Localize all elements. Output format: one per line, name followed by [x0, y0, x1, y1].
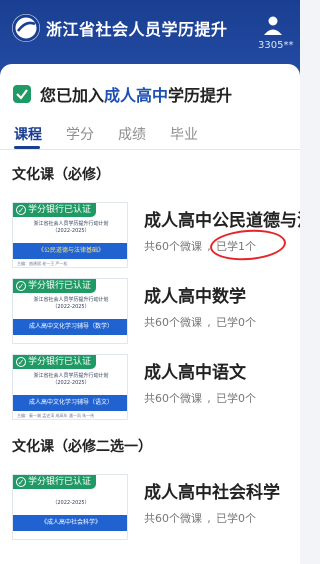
- active-tab-indicator: [14, 146, 40, 149]
- shield-check-icon: [13, 85, 31, 103]
- course-name: 成人高中公民道德与法: [144, 211, 300, 231]
- course-thumbnail: ✓ 学分银行已认证 浙江省社会人员学历提升行动计划 （2022-2025） 《公民道…: [12, 202, 128, 268]
- badge-check-icon: ✓: [16, 205, 26, 215]
- course-thumbnail: ✓ 学分银行已认证 浙江省社会人员学历提升行动计划 （2022-2025） 成人高中…: [12, 354, 128, 420]
- course-total: 共60个微课: [144, 512, 202, 525]
- course-item[interactable]: ✓ 学分银行已认证 浙江省社会人员学历提升行动计划 （2022-2025） 成人高中…: [0, 268, 300, 352]
- thumb-plan-text: 浙江省社会人员学历提升行动计划: [33, 373, 109, 379]
- thumb-band: 成人高中文化学习辅导（数学）: [13, 319, 127, 335]
- app-title: 浙江省社会人员学历提升: [46, 20, 228, 39]
- thumb-plan-text: 浙江省社会人员学历提升行动计划: [33, 221, 109, 227]
- thumb-plan-text: 浙江省社会人员学历提升行动计划: [33, 297, 109, 303]
- course-learned: 已学0个: [216, 512, 256, 525]
- tab-graduation[interactable]: 毕业: [170, 124, 198, 144]
- tab-bar: 课程 学分 成绩 毕业: [0, 120, 300, 150]
- course-total: 共60个微课: [144, 316, 202, 329]
- course-card: 您已加入成人高中学历提升 课程 学分 成绩 毕业 文化课（必修） ✓ 学分银行已认…: [0, 64, 300, 564]
- tab-courses[interactable]: 课程: [14, 124, 42, 144]
- course-item[interactable]: ✓ 学分银行已认证 浙江省社会人员学历提升行动计划 （2022-2025） 成人高中…: [0, 344, 300, 428]
- badge-text: 学分银行已认证: [28, 357, 92, 367]
- course-meta: 共60个微课, 已学0个: [144, 316, 256, 329]
- course-meta: 共60个微课, 已学0个: [144, 512, 256, 525]
- thumb-years: （2022-2025）: [52, 228, 90, 234]
- course-meta: 共60个微课, 已学0个: [144, 392, 256, 405]
- tab-grades[interactable]: 成绩: [118, 124, 146, 144]
- credit-bank-badge: ✓ 学分银行已认证: [13, 355, 97, 369]
- thumb-plan: （2022-2025）: [13, 493, 127, 507]
- annotation-circle: [209, 227, 287, 263]
- thumb-plan: 浙江省社会人员学历提升行动计划 （2022-2025）: [13, 221, 127, 235]
- course-name: 成人高中语文: [144, 363, 246, 383]
- credit-bank-badge: ✓ 学分银行已认证: [13, 279, 97, 293]
- badge-text: 学分银行已认证: [28, 281, 92, 291]
- course-learned: 已学0个: [216, 316, 256, 329]
- thumb-years: （2022-2025）: [52, 380, 90, 386]
- person-icon[interactable]: [262, 14, 284, 36]
- credit-bank-badge: ✓ 学分银行已认证: [13, 475, 97, 489]
- badge-text: 学分银行已认证: [28, 205, 92, 215]
- course-item[interactable]: ✓ 学分银行已认证 （2022-2025） 《成人高中社会科学》 成人高中社会科学…: [0, 464, 300, 548]
- thumb-plan: 浙江省社会人员学历提升行动计划 （2022-2025）: [13, 297, 127, 311]
- course-name: 成人高中社会科学: [144, 483, 280, 503]
- course-thumbnail: ✓ 学分银行已认证 浙江省社会人员学历提升行动计划 （2022-2025） 成人高中…: [12, 278, 128, 344]
- enrollment-status: 您已加入成人高中学历提升: [12, 82, 232, 106]
- tab-credits[interactable]: 学分: [66, 124, 94, 144]
- ring-logo-icon: [12, 14, 40, 42]
- badge-check-icon: ✓: [16, 477, 26, 487]
- thumb-foot: 主编：曲建斌 老一王 严一松: [17, 261, 68, 266]
- course-item[interactable]: ✓ 学分银行已认证 浙江省社会人员学历提升行动计划 （2022-2025） 《公民道…: [0, 192, 300, 276]
- title-prefix: 您已加入: [40, 86, 105, 105]
- section-title-required: 文化课（必修）: [12, 167, 110, 183]
- thumb-years: （2022-2025）: [52, 304, 90, 310]
- thumb-plan: 浙江省社会人员学历提升行动计划 （2022-2025）: [13, 373, 127, 387]
- thumb-band: 《成人高中社会科学》: [13, 515, 127, 531]
- section-title-elective: 文化课（必修二选一）: [12, 439, 152, 455]
- thumb-years: （2022-2025）: [52, 500, 90, 506]
- course-total: 共60个微课: [144, 240, 202, 253]
- course-learned: 已学0个: [216, 392, 256, 405]
- user-id: 3305**: [258, 40, 294, 51]
- badge-text: 学分银行已认证: [28, 477, 92, 487]
- credit-bank-badge: ✓ 学分银行已认证: [13, 203, 97, 217]
- thumb-band: 《公民道德与法律基础》: [13, 243, 127, 259]
- enrollment-title: 您已加入成人高中学历提升: [40, 82, 232, 106]
- title-suffix: 学历提升: [168, 86, 233, 105]
- badge-check-icon: ✓: [16, 281, 26, 291]
- course-total: 共60个微课: [144, 392, 202, 405]
- thumb-foot: 主编：秦一端 孟史涛 成高年 潘一凤 朱一伟: [17, 413, 95, 418]
- thumb-band: 成人高中文化学习辅导（语文）: [13, 395, 127, 411]
- course-thumbnail: ✓ 学分银行已认证 （2022-2025） 《成人高中社会科学》: [12, 474, 128, 540]
- badge-check-icon: ✓: [16, 357, 26, 367]
- title-highlight: 成人高中: [104, 86, 169, 105]
- course-name: 成人高中数学: [144, 287, 246, 307]
